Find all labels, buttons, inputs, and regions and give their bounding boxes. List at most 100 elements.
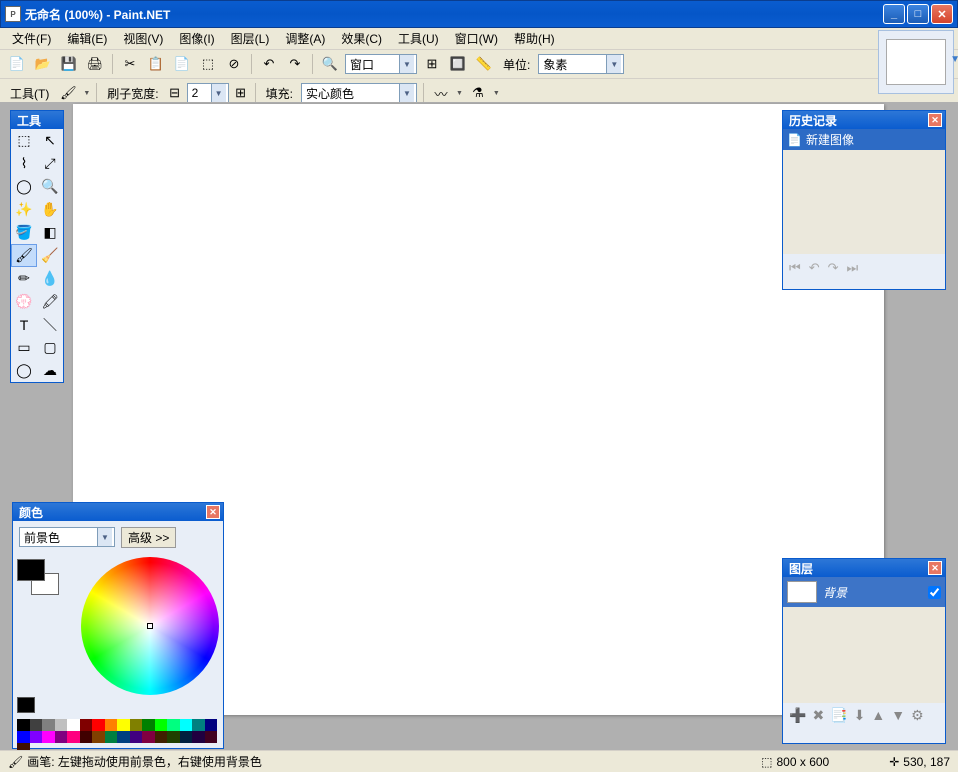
- tool-ellipse-select[interactable]: ◯: [11, 175, 37, 198]
- crop-button[interactable]: ⬚: [197, 53, 219, 75]
- grid-button[interactable]: ⊞: [421, 53, 443, 75]
- palette-swatch[interactable]: [180, 731, 193, 743]
- palette-swatch[interactable]: [130, 719, 143, 731]
- open-button[interactable]: 📂: [32, 53, 54, 75]
- print-button[interactable]: 🖨: [84, 53, 106, 75]
- palette-swatch[interactable]: [67, 719, 80, 731]
- tool-dropdown-icon[interactable]: ▼: [83, 90, 90, 97]
- menu-view[interactable]: 视图(V): [115, 28, 171, 49]
- tool-paint-bucket[interactable]: 🪣: [11, 221, 37, 244]
- document-thumbnail[interactable]: [886, 39, 946, 85]
- tool-text[interactable]: T: [11, 313, 37, 336]
- aa-dropdown-icon[interactable]: ▼: [456, 90, 463, 97]
- palette-swatch[interactable]: [142, 719, 155, 731]
- menu-adjust[interactable]: 调整(A): [277, 28, 333, 49]
- redo-button[interactable]: ↷: [284, 53, 306, 75]
- cut-button[interactable]: ✂: [119, 53, 141, 75]
- tool-ellipse[interactable]: ◯: [11, 359, 37, 382]
- paste-button[interactable]: 📄: [171, 53, 193, 75]
- palette-swatch[interactable]: [17, 719, 30, 731]
- tool-magic-wand[interactable]: ✨: [11, 198, 37, 221]
- layers-close-button[interactable]: ✕: [928, 561, 942, 575]
- palette-swatch[interactable]: [17, 731, 30, 743]
- close-button[interactable]: ✕: [931, 4, 953, 24]
- history-ffwd-button[interactable]: ⏭: [847, 260, 859, 276]
- colors-close-button[interactable]: ✕: [206, 505, 220, 519]
- palette-swatch[interactable]: [117, 719, 130, 731]
- palette-swatch[interactable]: [30, 719, 43, 731]
- layer-merge-button[interactable]: ⬇: [854, 707, 866, 724]
- layer-duplicate-button[interactable]: 📑: [830, 707, 847, 724]
- maximize-button[interactable]: □: [907, 4, 929, 24]
- tool-clone-stamp[interactable]: 💮: [11, 290, 37, 313]
- layer-item[interactable]: 背景: [783, 577, 945, 607]
- tool-pencil[interactable]: ✏: [11, 267, 37, 290]
- zoom-combo[interactable]: 窗口 ▼: [345, 54, 417, 74]
- tool-rect-select[interactable]: ⬚: [11, 129, 37, 152]
- layer-down-button[interactable]: ▼: [891, 707, 905, 724]
- deselect-button[interactable]: ⊘: [223, 53, 245, 75]
- palette-swatch[interactable]: [92, 719, 105, 731]
- menu-window[interactable]: 窗口(W): [447, 28, 506, 49]
- palette-swatch[interactable]: [80, 731, 93, 743]
- palette-swatch[interactable]: [180, 719, 193, 731]
- tool-eraser[interactable]: 🧹: [37, 244, 63, 267]
- palette-swatch[interactable]: [205, 719, 218, 731]
- menu-file[interactable]: 文件(F): [4, 28, 59, 49]
- add-color-button[interactable]: [17, 697, 35, 713]
- tool-recolor[interactable]: 🖍: [37, 290, 63, 313]
- palette-swatch[interactable]: [205, 731, 218, 743]
- blend-button[interactable]: ⚗: [467, 82, 489, 104]
- tool-line[interactable]: ＼: [37, 313, 63, 336]
- color-wheel[interactable]: [81, 557, 219, 695]
- save-button[interactable]: 💾: [58, 53, 80, 75]
- palette-swatch[interactable]: [192, 731, 205, 743]
- ruler-button[interactable]: 🔲: [447, 53, 469, 75]
- antialias-button[interactable]: 〰: [430, 82, 452, 104]
- layer-up-button[interactable]: ▲: [871, 707, 885, 724]
- palette-swatch[interactable]: [167, 731, 180, 743]
- brush-inc-button[interactable]: ⊞: [233, 82, 249, 104]
- history-undo-button[interactable]: ↶: [809, 260, 820, 276]
- ruler-toggle[interactable]: 📏: [473, 53, 495, 75]
- palette-swatch[interactable]: [105, 731, 118, 743]
- tool-pan[interactable]: ✋: [37, 198, 63, 221]
- palette-swatch[interactable]: [167, 719, 180, 731]
- palette-swatch[interactable]: [130, 731, 143, 743]
- menu-effects[interactable]: 效果(C): [333, 28, 390, 49]
- menu-help[interactable]: 帮助(H): [506, 28, 563, 49]
- zoom-icon[interactable]: 🔍: [319, 53, 341, 75]
- menu-tools[interactable]: 工具(U): [390, 28, 447, 49]
- palette-swatch[interactable]: [155, 719, 168, 731]
- tool-move-pixels[interactable]: ⤢: [37, 152, 63, 175]
- minimize-button[interactable]: _: [883, 4, 905, 24]
- layer-delete-button[interactable]: ✖: [812, 707, 824, 724]
- units-combo[interactable]: 象素 ▼: [538, 54, 624, 74]
- layer-add-button[interactable]: ➕: [789, 707, 806, 724]
- current-tool-icon[interactable]: 🖌: [57, 82, 79, 104]
- copy-button[interactable]: 📋: [145, 53, 167, 75]
- menu-image[interactable]: 图像(I): [171, 28, 222, 49]
- history-close-button[interactable]: ✕: [928, 113, 942, 127]
- tool-freeform[interactable]: ☁: [37, 359, 63, 382]
- layer-visible-checkbox[interactable]: [928, 586, 941, 599]
- palette-swatch[interactable]: [92, 731, 105, 743]
- tool-move-selection[interactable]: ↖: [37, 129, 63, 152]
- menu-layers[interactable]: 图层(L): [223, 28, 278, 49]
- palette-swatch[interactable]: [155, 731, 168, 743]
- new-button[interactable]: 📄: [6, 53, 28, 75]
- palette-swatch[interactable]: [105, 719, 118, 731]
- thumbnail-overflow-icon[interactable]: ▼: [950, 54, 958, 65]
- palette-swatch[interactable]: [142, 731, 155, 743]
- tool-paintbrush[interactable]: 🖌: [11, 244, 37, 267]
- foreground-swatch[interactable]: [17, 559, 45, 581]
- history-item[interactable]: 📄 新建图像: [783, 129, 945, 150]
- menu-edit[interactable]: 编辑(E): [59, 28, 115, 49]
- history-redo-button[interactable]: ↷: [828, 260, 839, 276]
- tool-zoom[interactable]: 🔍: [37, 175, 63, 198]
- tool-lasso[interactable]: ⌇: [11, 152, 37, 175]
- palette-swatch[interactable]: [42, 719, 55, 731]
- fill-combo[interactable]: 实心颜色 ▼: [301, 83, 417, 103]
- undo-button[interactable]: ↶: [258, 53, 280, 75]
- color-palette[interactable]: [17, 719, 219, 743]
